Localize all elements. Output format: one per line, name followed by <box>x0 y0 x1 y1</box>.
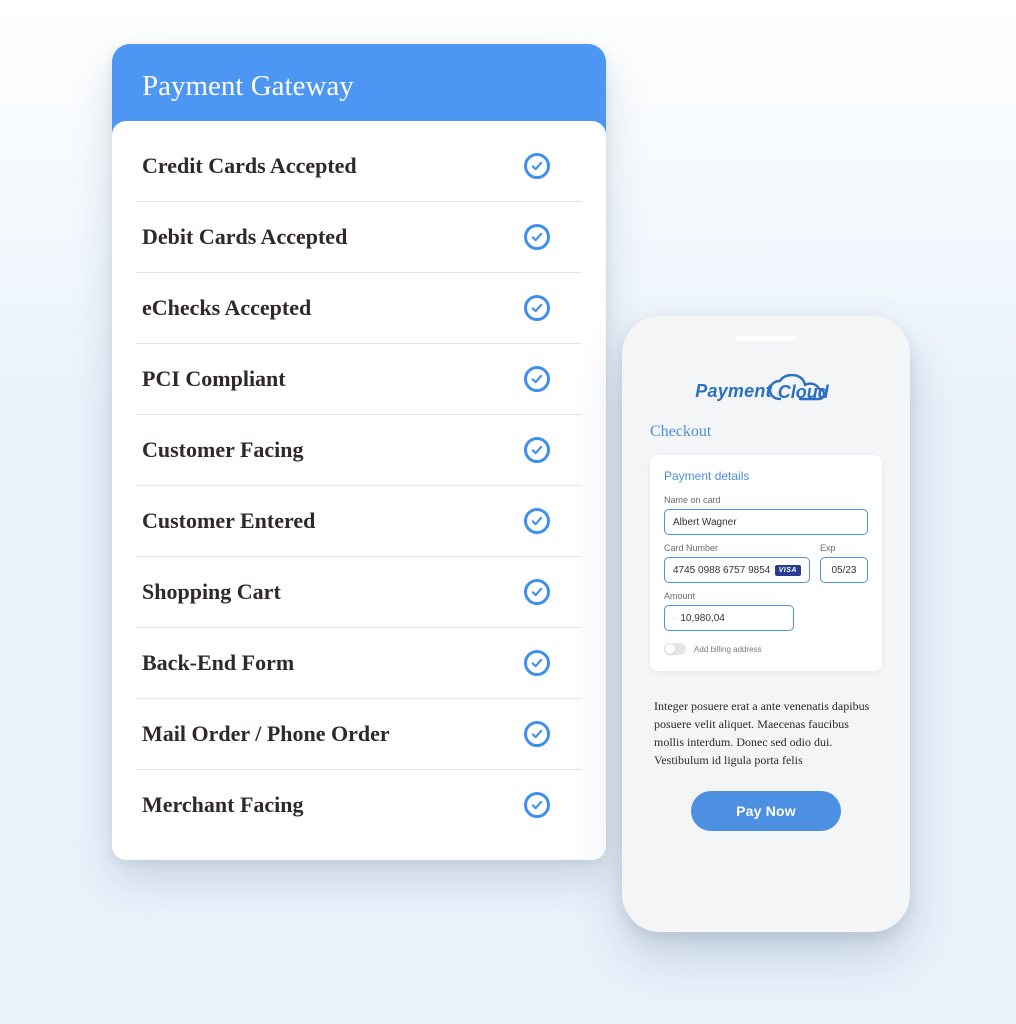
feature-label: Merchant Facing <box>142 792 304 818</box>
feature-row: Credit Cards Accepted <box>136 131 582 202</box>
amount-label: Amount <box>664 591 868 601</box>
check-circle-icon <box>524 366 550 392</box>
checkout-title: Checkout <box>650 423 882 441</box>
feature-row: Customer Facing <box>136 415 582 486</box>
feature-label: eChecks Accepted <box>142 295 311 321</box>
phone-mockup: Payment Cloud Checkout Payment details N… <box>622 316 910 932</box>
feature-card: Payment Gateway Credit Cards Accepted Deb… <box>112 44 606 860</box>
brand-logo: Payment Cloud <box>650 381 882 403</box>
feature-label: Back-End Form <box>142 650 294 676</box>
phone-notch <box>736 336 796 341</box>
feature-label: Customer Entered <box>142 508 315 534</box>
name-on-card-field[interactable] <box>664 509 868 535</box>
check-circle-icon <box>524 153 550 179</box>
feature-row: Debit Cards Accepted <box>136 202 582 273</box>
card-brand-badge: VISA <box>775 565 801 576</box>
feature-card-title: Payment Gateway <box>112 44 606 133</box>
feature-row: Back-End Form <box>136 628 582 699</box>
name-on-card-input[interactable] <box>673 517 859 528</box>
feature-label: PCI Compliant <box>142 366 286 392</box>
feature-row: Merchant Facing <box>136 770 582 840</box>
payment-details-title: Payment details <box>664 469 868 483</box>
feature-row: Customer Entered <box>136 486 582 557</box>
exp-field[interactable] <box>820 557 868 583</box>
card-number-field[interactable]: VISA <box>664 557 810 583</box>
feature-row: eChecks Accepted <box>136 273 582 344</box>
brand-cloud-icon: Cloud <box>772 382 837 403</box>
description-text: Integer posuere erat a ante venenatis da… <box>654 697 878 769</box>
feature-row: Mail Order / Phone Order <box>136 699 582 770</box>
exp-input[interactable] <box>829 565 859 576</box>
card-number-label: Card Number <box>664 543 810 553</box>
check-circle-icon <box>524 792 550 818</box>
check-circle-icon <box>524 650 550 676</box>
check-circle-icon <box>524 437 550 463</box>
exp-label: Exp <box>820 543 868 553</box>
phone-screen: Payment Cloud Checkout Payment details N… <box>634 351 898 917</box>
feature-list: Credit Cards Accepted Debit Cards Accepte… <box>112 121 606 860</box>
check-circle-icon <box>524 224 550 250</box>
billing-toggle[interactable] <box>664 643 686 655</box>
amount-field[interactable]: · <box>664 605 794 631</box>
card-number-input[interactable] <box>673 565 775 576</box>
check-circle-icon <box>524 508 550 534</box>
feature-label: Shopping Cart <box>142 579 281 605</box>
billing-toggle-label: Add billing address <box>694 645 762 654</box>
feature-label: Credit Cards Accepted <box>142 153 357 179</box>
brand-part2: Cloud <box>772 382 837 402</box>
feature-label: Customer Facing <box>142 437 304 463</box>
feature-label: Debit Cards Accepted <box>142 224 347 250</box>
check-circle-icon <box>524 721 550 747</box>
feature-label: Mail Order / Phone Order <box>142 721 390 747</box>
payment-details-card: Payment details Name on card Card Number… <box>650 455 882 671</box>
feature-row: Shopping Cart <box>136 557 582 628</box>
feature-row: PCI Compliant <box>136 344 582 415</box>
check-circle-icon <box>524 295 550 321</box>
currency-placeholder-icon: · <box>673 613 676 624</box>
check-circle-icon <box>524 579 550 605</box>
pay-now-button[interactable]: Pay Now <box>691 791 841 831</box>
amount-input[interactable] <box>680 613 785 624</box>
brand-part1: Payment <box>695 381 771 401</box>
name-on-card-label: Name on card <box>664 495 868 505</box>
